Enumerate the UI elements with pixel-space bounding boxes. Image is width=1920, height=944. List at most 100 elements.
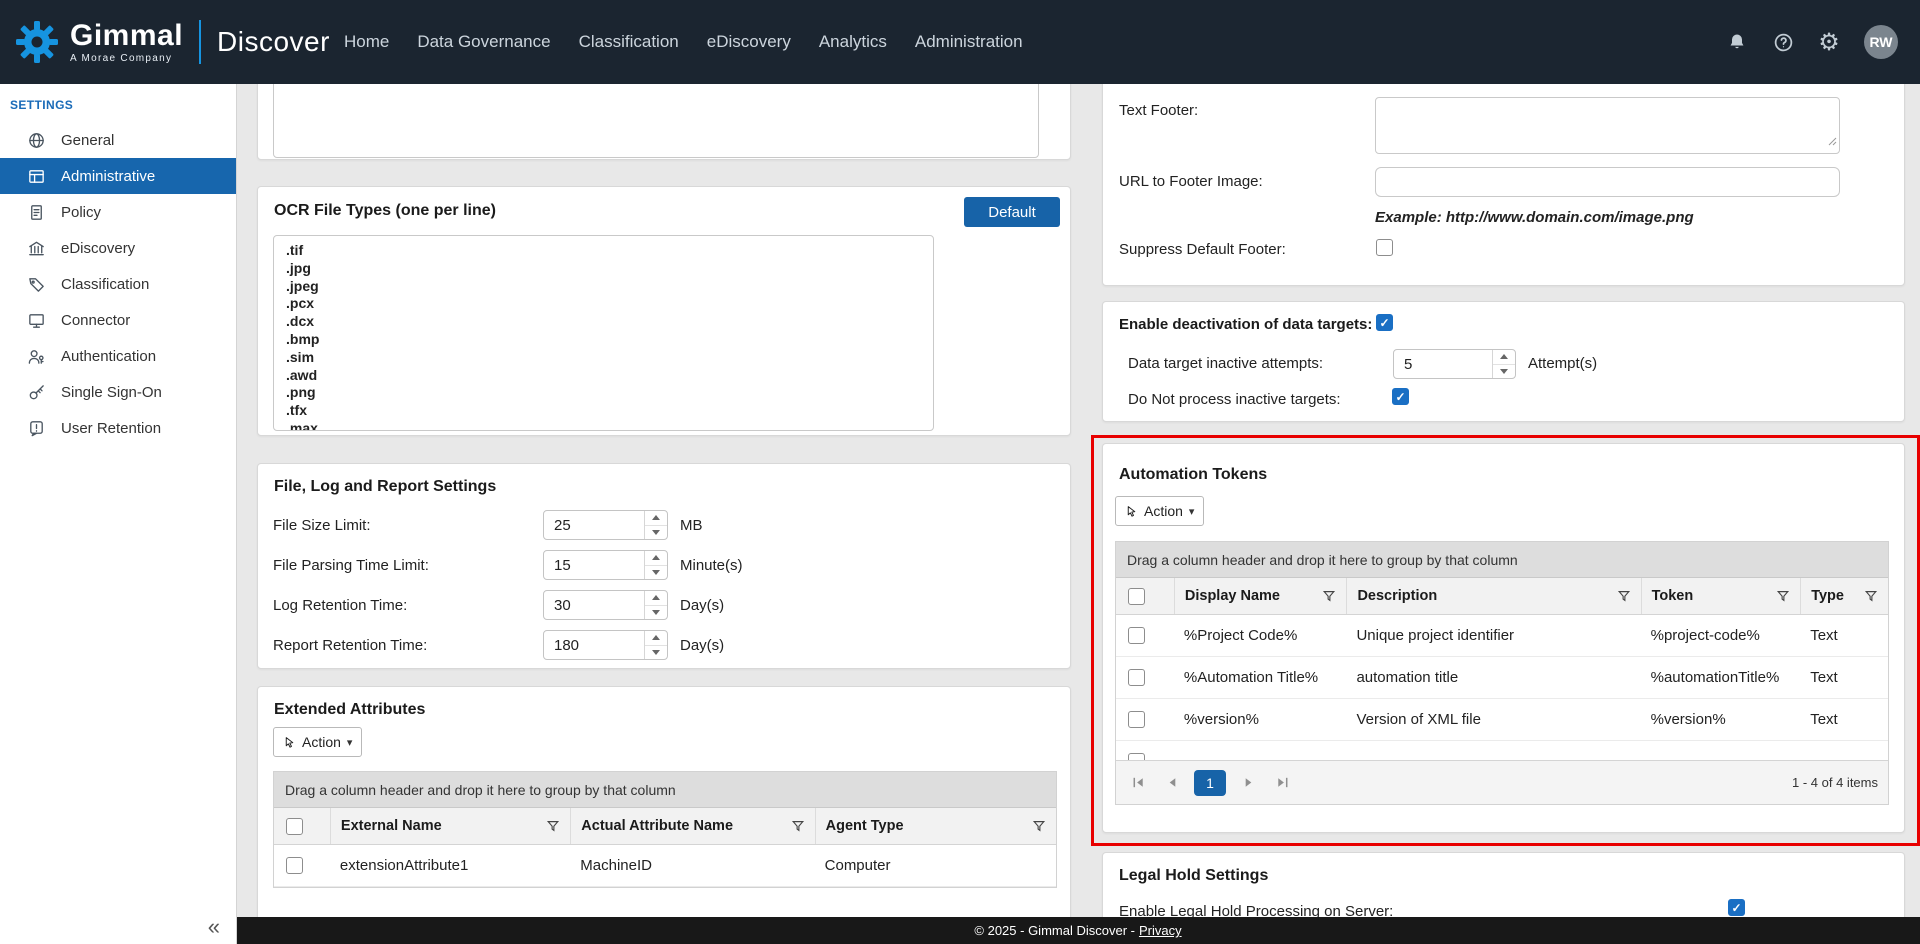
row-checkbox[interactable] (1128, 669, 1145, 686)
filter-icon[interactable] (1617, 589, 1631, 603)
cell-display-name: %Automation Title% (1174, 657, 1347, 698)
url-footer-image-label: URL to Footer Image: (1119, 173, 1263, 190)
column-header-agent-type[interactable]: Agent Type (815, 808, 1056, 844)
row-checkbox[interactable] (1128, 753, 1145, 760)
skip-inactive-checkbox[interactable] (1392, 388, 1409, 405)
skip-inactive-label: Do Not process inactive targets: (1128, 391, 1341, 408)
file-size-limit-input[interactable] (544, 511, 644, 539)
table-row[interactable]: %version% Version of XML file %version% … (1116, 699, 1888, 741)
spinner-up-icon[interactable] (645, 511, 667, 526)
spinner-up-icon[interactable] (645, 551, 667, 566)
enable-legal-hold-checkbox[interactable] (1728, 899, 1745, 916)
column-header-description[interactable]: Description (1346, 578, 1640, 614)
help-icon[interactable] (1772, 31, 1794, 53)
table-row[interactable]: %Automation Title% automation title %aut… (1116, 657, 1888, 699)
column-header-actual-attribute-name[interactable]: Actual Attribute Name (570, 808, 814, 844)
panel-title: Automation Tokens (1119, 466, 1267, 484)
enable-deactivation-checkbox[interactable] (1376, 314, 1393, 331)
user-alert-icon (27, 419, 46, 438)
sidebar-item-label: General (61, 132, 114, 149)
text-footer-textarea[interactable] (1375, 97, 1840, 154)
sidebar-item-single-sign-on[interactable]: Single Sign-On (0, 374, 236, 410)
setting-unit: MB (680, 517, 703, 534)
extended-action-button[interactable]: Action ▾ (273, 727, 362, 757)
column-header-display-name[interactable]: Display Name (1174, 578, 1347, 614)
row-checkbox[interactable] (1128, 711, 1145, 728)
grid-body: %Project Code% Unique project identifier… (1116, 615, 1888, 760)
filter-icon[interactable] (546, 819, 560, 833)
filter-icon[interactable] (791, 819, 805, 833)
table-row[interactable]: extensionAttribute1 MachineID Computer (274, 845, 1056, 887)
user-avatar[interactable]: RW (1864, 25, 1898, 59)
sidebar-item-classification[interactable]: Classification (0, 266, 236, 302)
group-by-bar[interactable]: Drag a column header and drop it here to… (1116, 542, 1888, 578)
report-retention-input[interactable] (544, 631, 644, 659)
select-all-checkbox[interactable] (286, 818, 303, 835)
cell-type (1800, 741, 1888, 760)
select-all-checkbox[interactable] (1128, 588, 1145, 605)
sidebar-item-label: Connector (61, 312, 130, 329)
default-button[interactable]: Default (964, 197, 1060, 227)
spinner-down-icon[interactable] (645, 646, 667, 660)
column-label: Display Name (1185, 588, 1280, 604)
column-header-type[interactable]: Type (1800, 578, 1888, 614)
policy-icon (27, 203, 46, 222)
column-label: Agent Type (826, 818, 904, 834)
nav-classification[interactable]: Classification (579, 32, 679, 52)
gimmal-logo[interactable]: Gimmal A Morae Company Discover (0, 19, 330, 65)
settings-gear-icon[interactable]: ⚙ (1818, 31, 1840, 53)
pager-last-button[interactable] (1270, 771, 1294, 795)
bell-icon[interactable] (1726, 31, 1748, 53)
spinner-up-icon[interactable] (645, 591, 667, 606)
spinner-down-icon[interactable] (1493, 365, 1515, 379)
row-checkbox[interactable] (1128, 627, 1145, 644)
top-left-textarea[interactable] (273, 84, 1039, 158)
pager-current-page[interactable]: 1 (1194, 770, 1226, 796)
filter-icon[interactable] (1322, 589, 1336, 603)
spinner-down-icon[interactable] (645, 606, 667, 620)
nav-analytics[interactable]: Analytics (819, 32, 887, 52)
pager-first-button[interactable] (1126, 771, 1150, 795)
sidebar-collapse-button[interactable]: « (208, 914, 220, 940)
sidebar-item-policy[interactable]: Policy (0, 194, 236, 230)
sidebar-item-general[interactable]: General (0, 122, 236, 158)
filter-icon[interactable] (1776, 589, 1790, 603)
sidebar-item-administrative[interactable]: Administrative (0, 158, 236, 194)
log-retention-input[interactable] (544, 591, 644, 619)
resize-handle-icon[interactable] (1826, 133, 1837, 151)
sidebar-item-ediscovery[interactable]: eDiscovery (0, 230, 236, 266)
nav-administration[interactable]: Administration (915, 32, 1023, 52)
sidebar-item-connector[interactable]: Connector (0, 302, 236, 338)
automation-action-button[interactable]: Action ▾ (1115, 496, 1204, 526)
privacy-link[interactable]: Privacy (1139, 923, 1182, 938)
suppress-default-footer-checkbox[interactable] (1376, 239, 1393, 256)
automation-tokens-grid: Drag a column header and drop it here to… (1115, 541, 1889, 805)
nav-ediscovery[interactable]: eDiscovery (707, 32, 791, 52)
sidebar-item-label: Authentication (61, 348, 156, 365)
sidebar-item-authentication[interactable]: Authentication (0, 338, 236, 374)
nav-data-governance[interactable]: Data Governance (417, 32, 550, 52)
sidebar-item-user-retention[interactable]: User Retention (0, 410, 236, 446)
main-nav: Home Data Governance Classification eDis… (344, 32, 1023, 52)
table-row-partial[interactable] (1116, 741, 1888, 760)
nav-home[interactable]: Home (344, 32, 389, 52)
column-header-external-name[interactable]: External Name (330, 808, 570, 844)
spinner-down-icon[interactable] (645, 566, 667, 580)
main-content: OCR File Types (one per line) Default .t… (236, 84, 1920, 944)
pager-next-button[interactable] (1236, 771, 1260, 795)
spinner-up-icon[interactable] (645, 631, 667, 646)
group-by-bar[interactable]: Drag a column header and drop it here to… (274, 772, 1056, 808)
file-parsing-time-input[interactable] (544, 551, 644, 579)
spinner-up-icon[interactable] (1493, 350, 1515, 365)
filter-icon[interactable] (1032, 819, 1046, 833)
column-header-token[interactable]: Token (1641, 578, 1801, 614)
url-footer-image-input[interactable] (1375, 167, 1840, 197)
row-checkbox[interactable] (286, 857, 303, 874)
table-row[interactable]: %Project Code% Unique project identifier… (1116, 615, 1888, 657)
pager-status: 1 - 4 of 4 items (1792, 775, 1878, 790)
inactive-attempts-input[interactable] (1394, 350, 1492, 378)
ocr-file-types-textarea[interactable]: .tif .jpg .jpeg .pcx .dcx .bmp .sim .awd… (273, 235, 934, 431)
spinner-down-icon[interactable] (645, 526, 667, 540)
filter-icon[interactable] (1864, 589, 1878, 603)
pager-previous-button[interactable] (1160, 771, 1184, 795)
